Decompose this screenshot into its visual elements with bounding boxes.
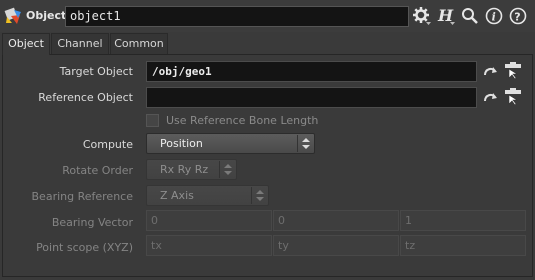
node-type-label: Object [26,9,67,22]
svg-text:?: ? [514,11,520,24]
object-tab-panel: Target Object /obj/geo1 Reference Object… [2,54,533,277]
rotate-order-menu[interactable]: Rx Ry Rz [146,159,237,180]
bearing-reference-value: Z Axis [160,189,194,202]
gear-icon[interactable] [412,6,432,26]
point-scope-y-field[interactable]: ty [273,235,399,256]
bearing-vector-x-field[interactable]: 0 [146,210,272,231]
node-chooser-icon[interactable] [504,61,522,79]
help-icon[interactable]: ? [508,6,528,26]
point-scope-z-field[interactable]: tz [400,235,526,256]
chevron-updown-icon [251,187,267,204]
bearing-reference-menu[interactable]: Z Axis [146,185,269,206]
point-scope-x-field[interactable]: tx [146,235,272,256]
node-name-field[interactable]: object1 [65,6,409,27]
tab-object[interactable]: Object [2,33,50,55]
reference-object-field[interactable] [146,87,477,108]
svg-text:i: i [492,11,496,24]
tab-common[interactable]: Common [110,33,168,54]
node-type-icon[interactable] [3,6,25,26]
rotate-order-label: Rotate Order [62,164,133,177]
bearing-vector-y-field[interactable]: 0 [273,210,399,231]
compute-menu-value: Position [160,137,203,150]
point-scope-label: Point scope (XYZ) [36,241,133,254]
search-icon[interactable] [460,6,480,26]
bearing-reference-label: Bearing Reference [31,190,133,203]
node-chooser-icon[interactable] [504,87,522,105]
reference-object-label: Reference Object [38,91,133,104]
bearing-vector-z-field[interactable]: 1 [400,210,526,231]
jump-to-node-icon[interactable] [482,63,500,81]
compute-label: Compute [82,138,133,151]
jump-to-node-icon[interactable] [482,89,500,107]
chevron-updown-icon [297,135,313,152]
use-ref-bone-label: Use Reference Bone Length [166,114,319,127]
tab-channel[interactable]: Channel [51,33,109,54]
compute-menu[interactable]: Position [146,133,315,154]
parameter-header: Object object1 H i ? [0,0,535,32]
use-ref-bone-checkbox[interactable] [146,114,159,127]
target-object-field[interactable]: /obj/geo1 [146,61,477,82]
target-object-label: Target Object [59,65,133,78]
help-h-icon[interactable]: H [436,6,456,26]
rotate-order-value: Rx Ry Rz [160,163,209,176]
bearing-vector-label: Bearing Vector [51,216,133,229]
chevron-updown-icon [219,161,235,178]
info-icon[interactable]: i [484,6,504,26]
